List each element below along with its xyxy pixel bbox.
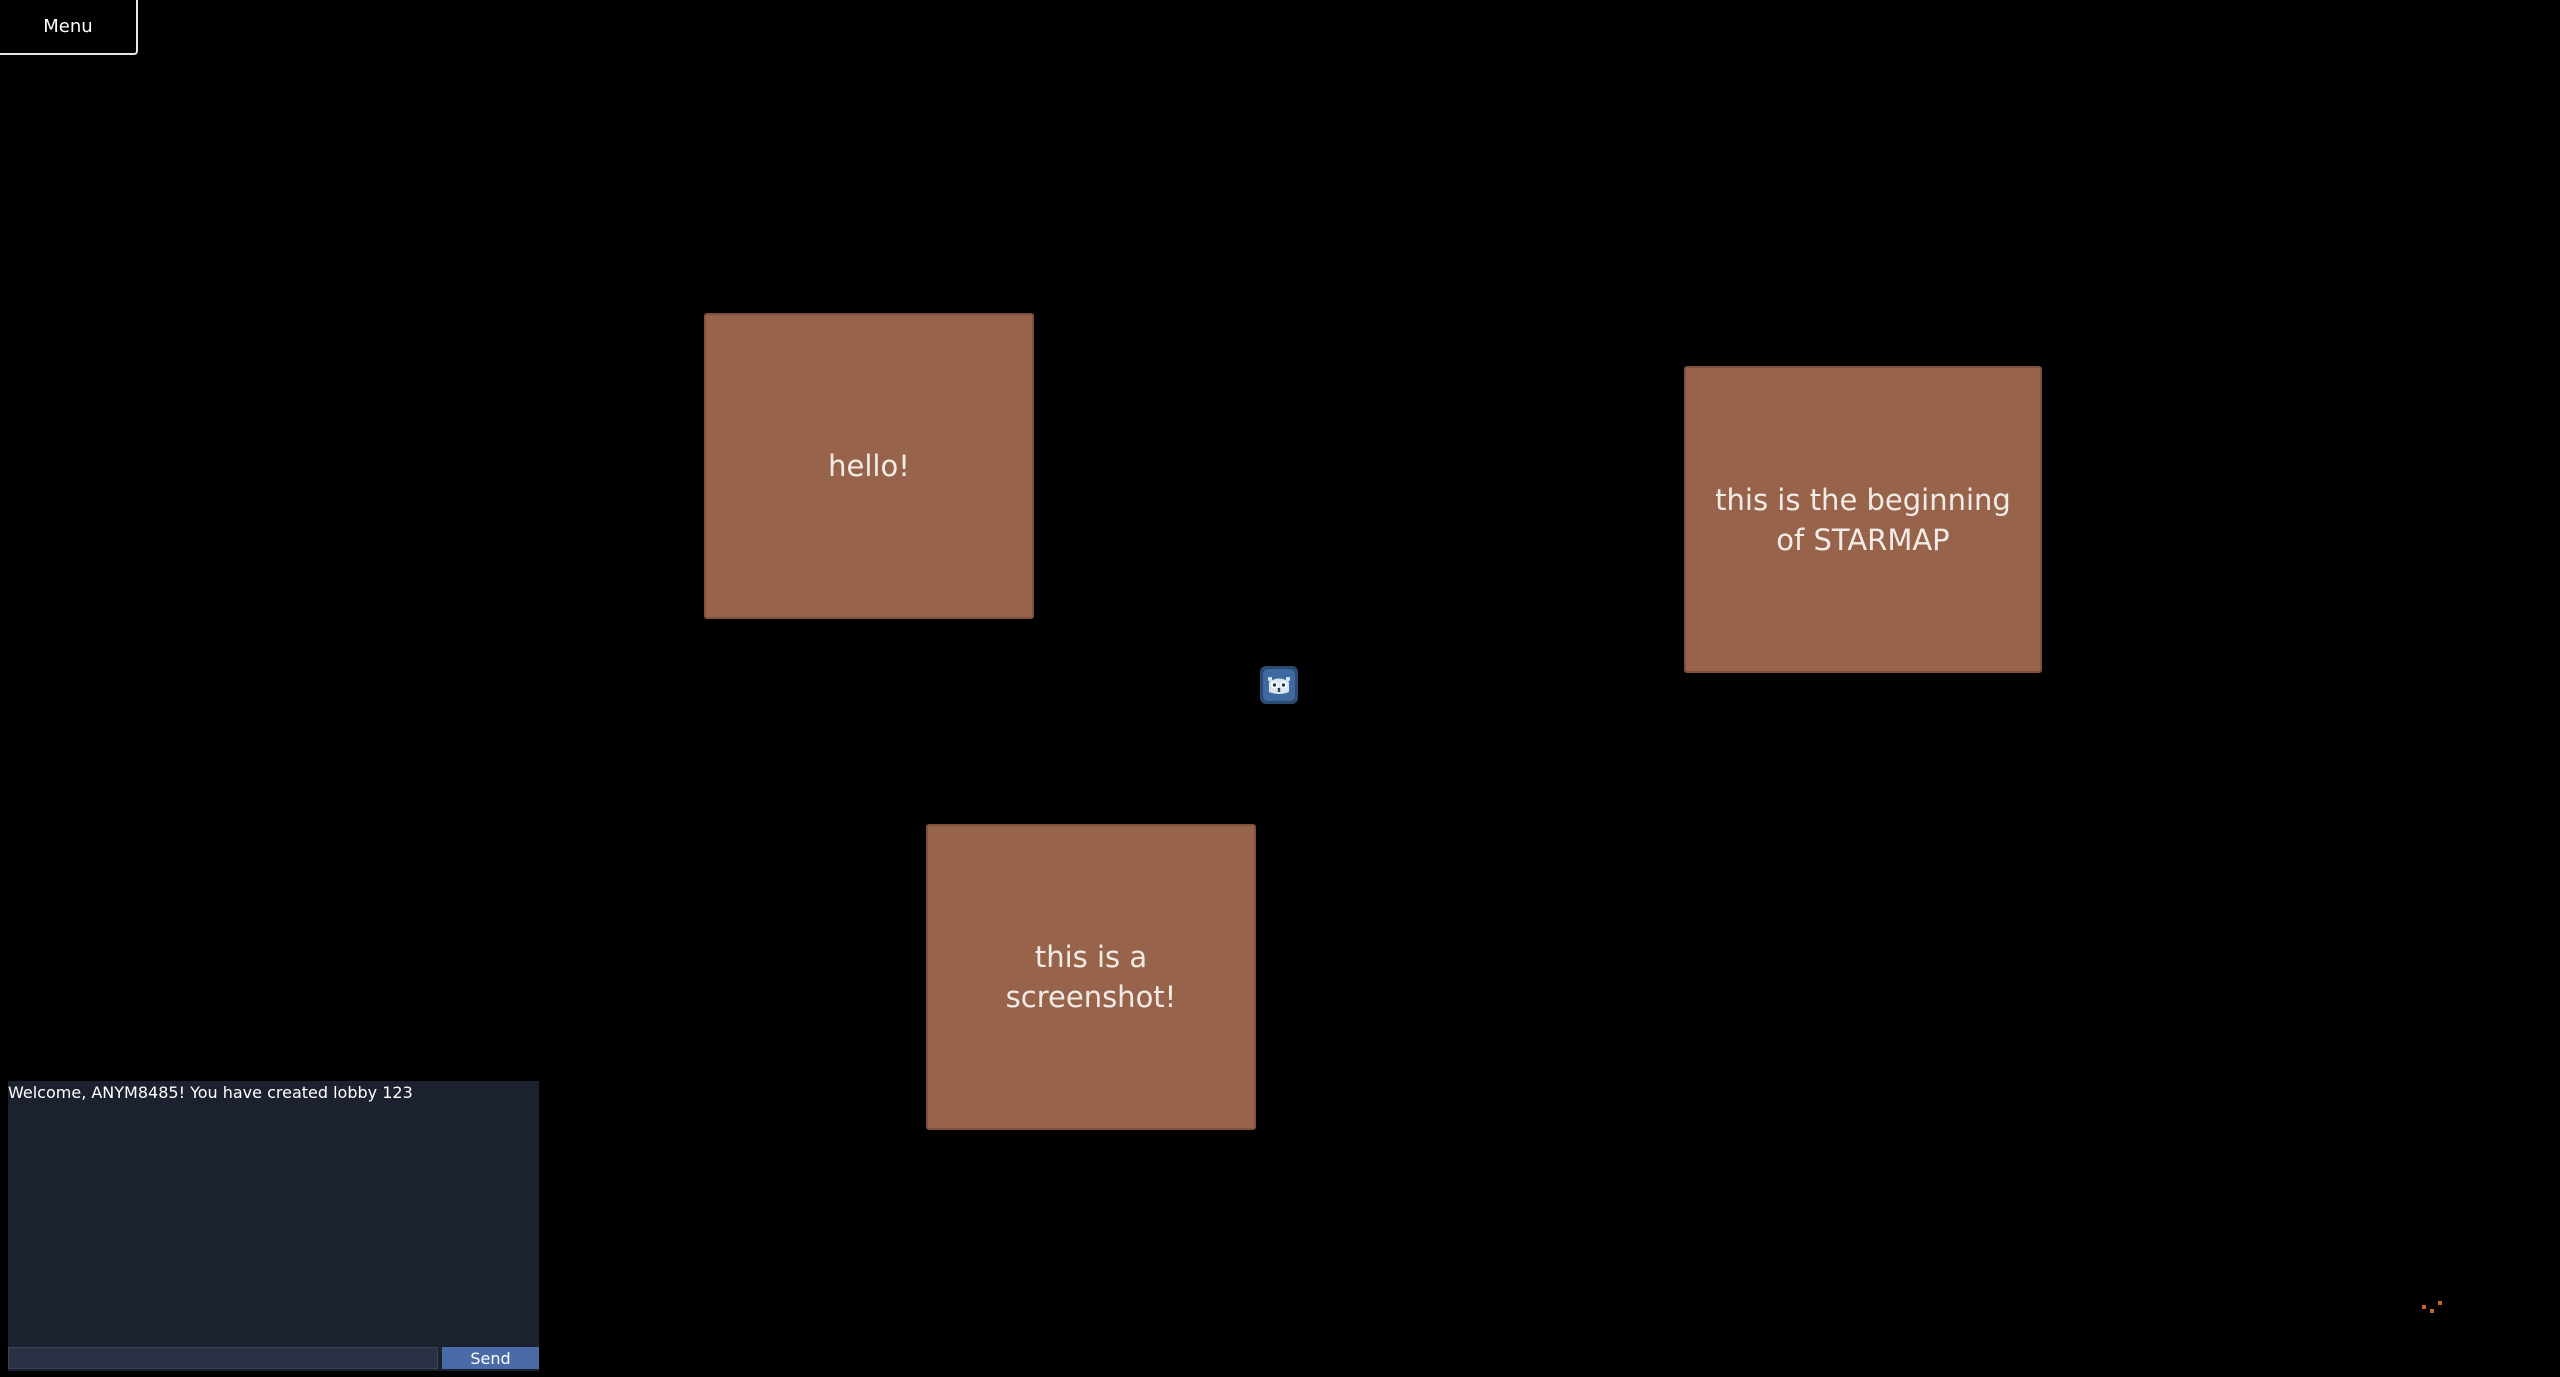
chat-message: Welcome, ANYM8485! You have created lobb… <box>8 1083 413 1102</box>
player-avatar-graphic <box>1260 666 1298 704</box>
note-card[interactable]: this is the beginning of STARMAP <box>1684 366 2042 673</box>
chat-input[interactable] <box>8 1347 438 1369</box>
resize-grip-graphic <box>2422 1301 2442 1313</box>
menu-button[interactable]: Menu <box>0 0 138 55</box>
godot-robot-icon[interactable] <box>1260 666 1298 704</box>
chat-log[interactable]: Welcome, ANYM8485! You have created lobb… <box>8 1081 539 1345</box>
note-card-text: hello! <box>828 449 910 483</box>
note-card[interactable]: hello! <box>704 313 1034 619</box>
send-button[interactable]: Send <box>442 1347 539 1369</box>
note-card[interactable]: this is a screenshot! <box>926 824 1256 1130</box>
resize-grip-icon[interactable] <box>2422 1298 2446 1313</box>
starmap-canvas[interactable]: Menu hello! this is the beginning of STA… <box>0 0 2560 1377</box>
chat-panel: Welcome, ANYM8485! You have created lobb… <box>8 1081 539 1371</box>
note-card-text: this is a screenshot! <box>1005 940 1177 1014</box>
note-card-text: this is the beginning of STARMAP <box>1715 482 2011 557</box>
